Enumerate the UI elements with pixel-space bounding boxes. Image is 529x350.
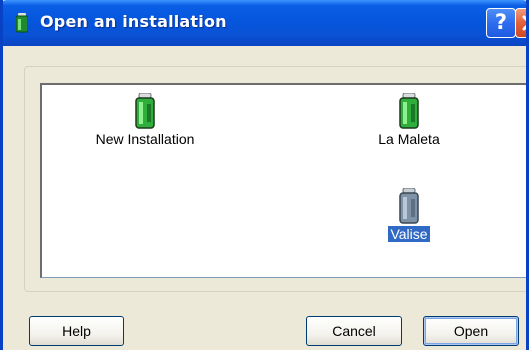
dialog-window: Open an installation ? New Installation	[0, 0, 529, 350]
open-button[interactable]: Open	[423, 316, 519, 346]
installation-jar-icon	[16, 13, 28, 33]
list-item-valise[interactable]: Valise	[379, 188, 439, 244]
help-title-button[interactable]: ?	[486, 8, 516, 38]
close-icon	[522, 15, 526, 31]
list-item-la-maleta[interactable]: La Maleta	[364, 93, 454, 149]
dialog-title: Open an installation	[40, 12, 227, 31]
item-label: New Installation	[95, 131, 195, 147]
help-button[interactable]: Help	[29, 316, 124, 346]
installation-jar-icon	[399, 188, 419, 224]
list-item-new-installation[interactable]: New Installation	[90, 93, 200, 149]
title-bar[interactable]: Open an installation	[3, 0, 526, 46]
cancel-button[interactable]: Cancel	[306, 316, 402, 346]
installations-list[interactable]: New Installation La Maleta Valise	[40, 83, 526, 278]
installation-jar-icon	[135, 93, 155, 129]
close-button[interactable]	[515, 8, 526, 38]
item-label: Valise	[387, 225, 431, 243]
installation-jar-icon	[399, 93, 419, 129]
help-icon: ?	[494, 10, 508, 34]
item-label: La Maleta	[378, 131, 440, 147]
